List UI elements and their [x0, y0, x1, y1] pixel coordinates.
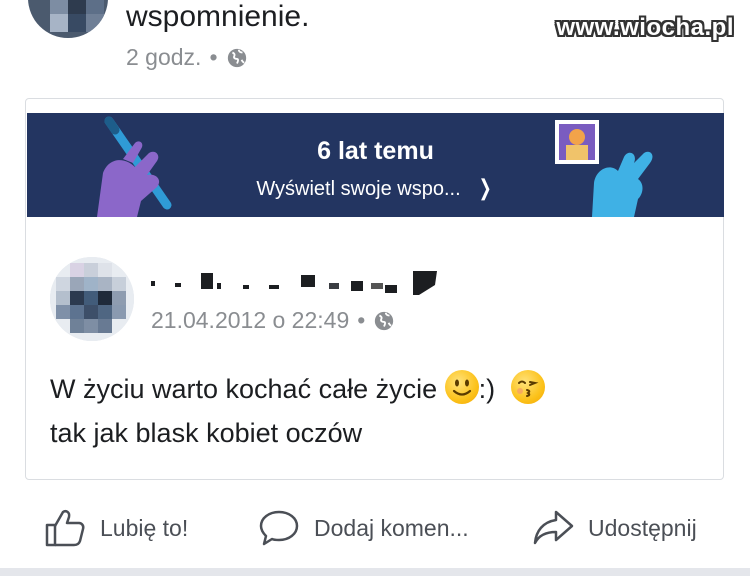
- post-line-1: W życiu warto kochać całe życie :): [50, 367, 545, 411]
- bottom-divider: [0, 568, 750, 576]
- original-author-avatar[interactable]: [50, 257, 134, 341]
- share-label: Udostępnij: [588, 514, 697, 541]
- original-post-text: W życiu warto kochać całe życie :) tak j…: [50, 367, 545, 455]
- share-icon: [533, 510, 574, 545]
- like-label: Lubię to!: [100, 514, 189, 541]
- censored-author-name: [151, 271, 437, 295]
- chevron-right-icon: ❯: [478, 175, 492, 200]
- like-icon: [45, 509, 85, 547]
- globe-icon: [375, 311, 394, 330]
- original-post-date[interactable]: 21.04.2012 o 22:49: [151, 307, 349, 334]
- post-time[interactable]: 2 godz.: [126, 44, 201, 71]
- kiss-emoji: [510, 370, 545, 404]
- comment-icon: [259, 510, 299, 546]
- smiley-emoji: [444, 370, 479, 404]
- view-memories-label: Wyświetl swoje wspo...: [256, 178, 461, 200]
- author-avatar[interactable]: [28, 0, 108, 38]
- like-button[interactable]: Lubię to!: [44, 500, 188, 556]
- memory-card: 6 lat temu Wyświetl swoje wspo... ❯ 21.0…: [25, 98, 724, 480]
- post-text: wspomnienie.: [126, 0, 310, 33]
- globe-icon: [227, 48, 246, 67]
- post-meta: 2 godz. •: [126, 44, 248, 71]
- hand-photo-illustration: [554, 118, 653, 217]
- watermark: www.wiocha.pl: [556, 14, 734, 41]
- meta-separator: •: [357, 307, 366, 333]
- meta-separator: •: [209, 44, 218, 70]
- comment-label: Dodaj komen...: [314, 514, 469, 541]
- original-post-meta: 21.04.2012 o 22:49 •: [151, 307, 395, 334]
- post-actions-bar: Lubię to! Dodaj komen... Udostępnij: [0, 500, 750, 556]
- post-line-2: tak jak blask kobiet oczów: [50, 418, 363, 448]
- pixelated-avatar-image: [50, 257, 134, 341]
- share-button[interactable]: Udostępnij: [532, 500, 697, 556]
- comment-button[interactable]: Dodaj komen...: [258, 500, 469, 556]
- text-smiley: :): [478, 374, 496, 404]
- post-line-1-text: W życiu warto kochać całe życie: [50, 374, 438, 404]
- memory-banner[interactable]: 6 lat temu Wyświetl swoje wspo... ❯: [27, 113, 724, 217]
